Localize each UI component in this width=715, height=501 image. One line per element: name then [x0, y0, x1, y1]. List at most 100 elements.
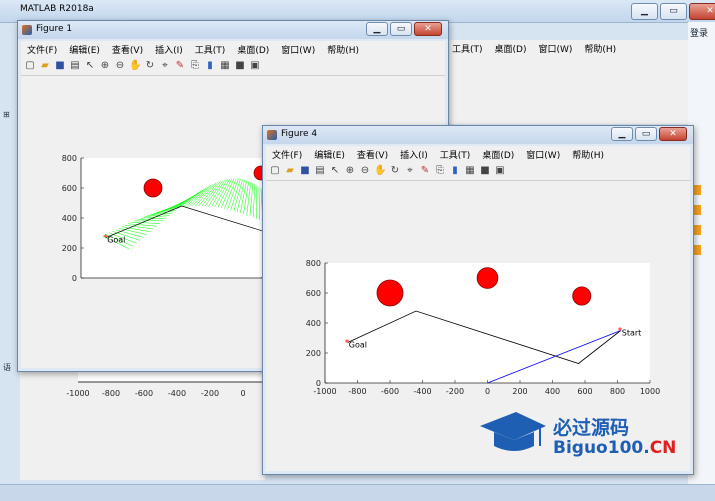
link-icon[interactable]: ⎘ [189, 60, 201, 72]
menu-help[interactable]: 帮助(H) [321, 43, 365, 56]
open-icon[interactable]: ▰ [39, 60, 51, 72]
menu-edit[interactable]: 编辑(E) [63, 43, 106, 56]
data-cursor-icon[interactable]: ⌖ [404, 165, 416, 177]
print-icon[interactable]: ▤ [69, 60, 81, 72]
menu-file[interactable]: 文件(F) [266, 148, 308, 161]
y-tick-label: 400 [62, 214, 77, 223]
menu-view[interactable]: 查看(V) [351, 148, 394, 161]
minimize-button[interactable]: ▁ [611, 127, 633, 141]
point-label: Start [622, 329, 642, 338]
pointer-icon[interactable]: ↖ [329, 165, 341, 177]
watermark-text: 必过源码 [553, 413, 629, 440]
save-icon[interactable]: ■ [299, 165, 311, 177]
x-tick-label: 800 [610, 387, 625, 396]
minimize-button[interactable]: ▁ [631, 3, 658, 20]
brush-icon[interactable]: ✎ [419, 165, 431, 177]
print-icon[interactable]: ▤ [314, 165, 326, 177]
matlab-figure-icon [267, 130, 277, 140]
maximize-button[interactable]: ▭ [635, 127, 657, 141]
matlab-statusbar [0, 484, 715, 501]
left-panel-label: 语 [3, 362, 11, 373]
menu-window[interactable]: 窗口(W) [275, 43, 321, 56]
rotate-icon[interactable]: ↻ [144, 60, 156, 72]
colorbar-icon[interactable]: ▮ [204, 60, 216, 72]
y-tick-label: 0 [316, 379, 321, 388]
figure4-toolbar: ▢ ▰ ■ ▤ ↖ ⊕ ⊖ ✋ ↻ ⌖ ✎ ⎘ ▮ ▦ ■ ▣ [266, 162, 690, 181]
menu-file[interactable]: 文件(F) [21, 43, 63, 56]
close-button[interactable]: ✕ [689, 3, 715, 20]
zoom-out-icon[interactable]: ⊖ [359, 165, 371, 177]
maximize-button[interactable]: ▭ [390, 22, 412, 36]
pan-icon[interactable]: ✋ [374, 165, 386, 177]
figure1-menubar: 文件(F) 编辑(E) 查看(V) 插入(I) 工具(T) 桌面(D) 窗口(W… [21, 41, 445, 57]
menu-help[interactable]: 帮助(H) [566, 148, 610, 161]
x-tick-label: -400 [168, 389, 186, 398]
panel-marker [693, 245, 701, 255]
matlab-title: MATLAB R2018a [20, 4, 94, 14]
zoom-out-icon[interactable]: ⊖ [114, 60, 126, 72]
x-tick-label: 200 [512, 387, 527, 396]
maximize-button[interactable]: ▭ [660, 3, 687, 20]
figure4-window-controls: ▁ ▭ ✕ [611, 127, 687, 141]
x-tick-label: 400 [545, 387, 560, 396]
zoom-in-icon[interactable]: ⊕ [344, 165, 356, 177]
dock-icon[interactable]: ▣ [249, 60, 261, 72]
save-icon[interactable]: ■ [54, 60, 66, 72]
login-link[interactable]: 登录 [690, 26, 708, 39]
colorbar-icon[interactable]: ▮ [449, 165, 461, 177]
hide-tools-icon[interactable]: ■ [234, 60, 246, 72]
x-tick-label: 600 [577, 387, 592, 396]
y-tick-label: 600 [306, 289, 321, 298]
x-tick-label: -200 [201, 389, 219, 398]
x-tick-label: -600 [135, 389, 153, 398]
hide-tools-icon[interactable]: ■ [479, 165, 491, 177]
pointer-icon[interactable]: ↖ [84, 60, 96, 72]
legend-icon[interactable]: ▦ [464, 165, 476, 177]
menu-insert[interactable]: 插入(I) [394, 148, 434, 161]
obstacle-circle [377, 280, 403, 306]
y-tick-label: 0 [72, 274, 77, 283]
menu-desktop[interactable]: 桌面(D) [476, 148, 520, 161]
menu-window[interactable]: 窗口(W) [532, 42, 578, 55]
menu-help[interactable]: 帮助(H) [578, 42, 622, 55]
menu-tools[interactable]: 工具(T) [434, 148, 477, 161]
new-icon[interactable]: ▢ [269, 165, 281, 177]
watermark-site-prefix: Biguo100. [553, 438, 650, 458]
x-tick-label: -800 [348, 387, 366, 396]
link-icon[interactable]: ⎘ [434, 165, 446, 177]
pan-icon[interactable]: ✋ [129, 60, 141, 72]
menu-desktop[interactable]: 桌面(D) [231, 43, 275, 56]
brush-icon[interactable]: ✎ [174, 60, 186, 72]
figure4-menubar: 文件(F) 编辑(E) 查看(V) 插入(I) 工具(T) 桌面(D) 窗口(W… [266, 146, 690, 162]
legend-icon[interactable]: ▦ [219, 60, 231, 72]
menu-view[interactable]: 查看(V) [106, 43, 149, 56]
goal-label: Goal [107, 236, 125, 245]
matlab-canvas-partial [446, 74, 688, 124]
menu-desktop[interactable]: 桌面(D) [489, 42, 533, 55]
figure1-lower-region: -1000-800-600-400-2000 [20, 370, 265, 480]
figure4-title: Figure 4 [281, 129, 317, 139]
matlab-toolbar-partial [446, 56, 688, 75]
watermark-site-suffix: CN [650, 438, 677, 458]
new-icon[interactable]: ▢ [24, 60, 36, 72]
dock-icon[interactable]: ▣ [494, 165, 506, 177]
open-icon[interactable]: ▰ [284, 165, 296, 177]
minimize-button[interactable]: ▁ [366, 22, 388, 36]
close-button[interactable]: ✕ [414, 22, 442, 36]
left-panel-icon: ⊞ [3, 110, 10, 119]
menu-tools[interactable]: 工具(T) [189, 43, 232, 56]
menu-insert[interactable]: 插入(I) [149, 43, 189, 56]
figure1-titlebar: Figure 1 ▁ ▭ ✕ [18, 21, 448, 39]
menu-window[interactable]: 窗口(W) [520, 148, 566, 161]
rotate-icon[interactable]: ↻ [389, 165, 401, 177]
panel-marker [693, 205, 701, 215]
menu-edit[interactable]: 编辑(E) [308, 148, 351, 161]
x-tick-label: -600 [381, 387, 399, 396]
figure1-title: Figure 1 [36, 24, 72, 34]
close-button[interactable]: ✕ [659, 127, 687, 141]
data-cursor-icon[interactable]: ⌖ [159, 60, 171, 72]
figure4-titlebar: Figure 4 ▁ ▭ ✕ [263, 126, 693, 144]
zoom-in-icon[interactable]: ⊕ [99, 60, 111, 72]
obstacle-circle [477, 268, 498, 289]
menu-tools[interactable]: 工具(T) [446, 42, 489, 55]
